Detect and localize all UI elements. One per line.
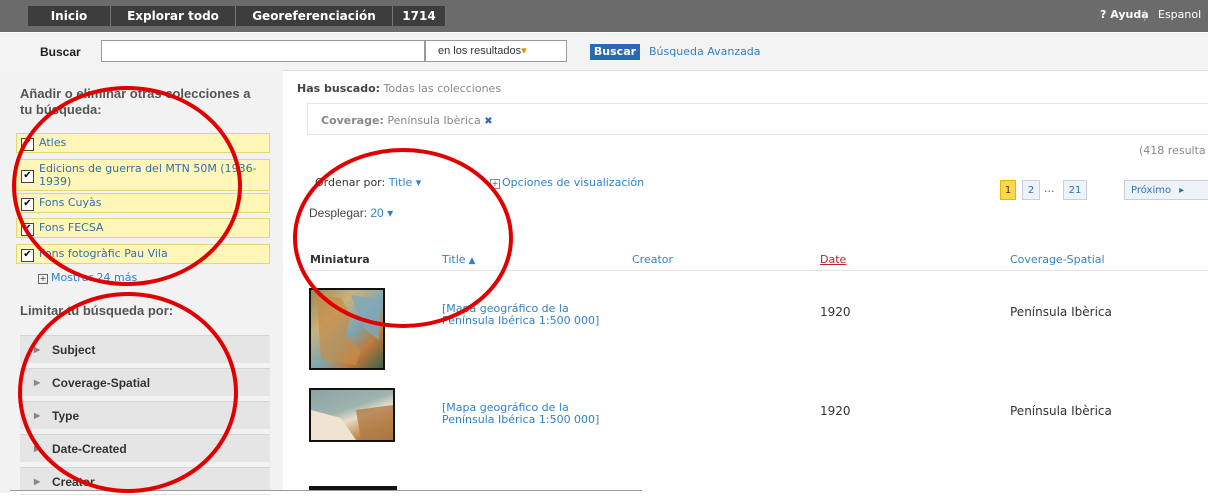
result-title-link[interactable]: [Mapa geográfico de la Península Ibérica… [442,402,607,426]
facet-label: Subject [52,343,96,357]
search-scope-value: en los resultados [438,45,522,57]
page-2-button[interactable]: 2 [1022,180,1040,200]
facet-type[interactable]: ▶ Type [20,401,270,429]
column-date[interactable]: Date [820,253,846,266]
next-page-button[interactable]: Próximo ▸ [1124,180,1208,200]
collections-heading: Añadir o eliminar otras colecciones a tu… [20,86,251,117]
triangle-right-icon: ▶ [34,378,41,387]
result-count: (418 resulta [1139,144,1206,157]
active-filter: Coverage: Península Ibèrica ✖ [321,114,493,127]
checkbox-checked-icon[interactable]: ✔ [21,198,34,211]
table-row: [Mapa geográfico de la Península Ibérica… [297,380,1208,460]
facet-label: Date-Created [52,442,127,456]
expand-icon: + [490,179,500,189]
remove-filter-icon[interactable]: ✖ [484,116,492,127]
display-value[interactable]: 20 [370,206,383,220]
result-date: 1920 [820,305,851,319]
collection-label: Edicions de guerra del MTN 50M (1936-193… [39,162,257,188]
collection-label: Fons Cuyàs [39,196,102,209]
checkbox-checked-icon[interactable]: ✔ [21,138,34,151]
map-thumbnail-graphic [311,405,393,440]
searched-label: Has buscado: [297,82,381,95]
tab-1714[interactable]: 1714 [393,6,446,26]
collection-label: Atles [39,136,67,149]
search-scope-select[interactable]: en los resultados▾ [425,40,567,62]
searched-summary: Has buscado: Todas las colecciones [297,82,501,95]
tab-inicio[interactable]: Inicio [28,6,111,26]
sort-ascending-icon: ▲ [465,256,476,266]
tab-georeferenciacion[interactable]: Georeferenciación [236,6,393,26]
facet-label: Type [52,409,80,423]
column-title[interactable]: Title ▲ [442,253,475,266]
chevron-down-icon: ▾ [383,206,394,220]
expand-icon: + [38,274,48,284]
triangle-right-icon: ▶ [34,345,41,354]
next-label: Próximo [1131,185,1172,196]
chevron-down-icon: ▾ [412,176,422,189]
sidebar: Añadir o eliminar otras colecciones a tu… [0,70,283,495]
display-control[interactable]: Desplegar: 20 ▾ [309,206,393,220]
sort-value[interactable]: Title [389,176,413,189]
overlay-edge [10,490,642,494]
collection-item-fons-cuyas[interactable]: ✔ Fons Cuyàs [16,193,270,213]
limit-heading: Limitar tu búsqueda por: [20,303,174,318]
result-coverage: Península Ibèrica [1010,305,1112,319]
filter-label: Coverage: [321,114,384,127]
page-21-button[interactable]: 21 [1063,180,1087,200]
collection-item-edicions-guerra[interactable]: ✔ Edicions de guerra del MTN 50M (1936-19… [16,159,270,191]
language-link[interactable]: Espanol [1158,8,1201,21]
tab-explorar-todo[interactable]: Explorar todo [111,6,236,26]
triangle-right-icon: ▶ [34,411,41,420]
chevron-right-icon: ▸ [1179,185,1185,196]
collection-item-atles[interactable]: ✔ Atles [16,133,270,153]
page-1-button[interactable]: 1 [1000,180,1016,200]
facet-subject[interactable]: ▶ Subject [20,335,270,363]
results-table-header: Miniatura Title ▲ Creator Date Coverage-… [297,248,1208,271]
help-link[interactable]: ? Ayuda [1100,8,1149,21]
facet-date-created[interactable]: ▶ Date-Created [20,434,270,462]
search-button[interactable]: Buscar [590,44,640,60]
result-date: 1920 [820,404,851,418]
chevron-down-icon: ▾ [521,45,527,57]
column-coverage-spatial[interactable]: Coverage-Spatial [1010,253,1105,266]
column-creator[interactable]: Creator [632,253,673,266]
facet-label: Creator [52,475,95,489]
collection-item-fons-pau-vila[interactable]: ✔ Fons fotogràfic Pau Vila [16,244,270,264]
active-filter-box: Coverage: Península Ibèrica ✖ [307,103,1208,135]
collection-label: Fons fotogràfic Pau Vila [39,247,168,260]
view-options-link[interactable]: + Opciones de visualización [490,176,644,189]
column-thumbnail: Miniatura [310,253,370,266]
column-title-label: Title [442,253,466,266]
checkbox-checked-icon[interactable]: ✔ [21,223,34,236]
pagination-ellipsis: ... [1044,182,1055,195]
collection-item-fons-fecsa[interactable]: ✔ Fons FECSA [16,218,270,238]
sort-control[interactable]: Ordenar por: Title ▾ [315,176,421,189]
map-thumbnail[interactable] [309,288,385,370]
sort-label: Ordenar por: [315,176,386,189]
facet-label: Coverage-Spatial [52,376,151,390]
top-nav-bar: Inicio Explorar todo Georeferenciación 1… [0,0,1208,32]
show-more-label: Mostrar 24 más [51,271,138,284]
table-row: [Mapa geográfico de la Península Ibérica… [297,280,1208,376]
result-title-link[interactable]: [Mapa geográfico de la Península Ibérica… [442,303,607,327]
map-thumbnail[interactable] [309,388,395,442]
display-label: Desplegar: [309,206,368,220]
triangle-right-icon: ▶ [34,444,41,453]
nav-separator: | [1143,8,1147,21]
view-options-label: Opciones de visualización [502,176,645,189]
checkbox-checked-icon[interactable]: ✔ [21,249,34,262]
facet-coverage-spatial[interactable]: ▶ Coverage-Spatial [20,368,270,396]
checkbox-checked-icon[interactable]: ✔ [21,170,34,183]
show-more-link[interactable]: + Mostrar 24 más [38,271,137,284]
collection-label: Fons FECSA [39,221,104,234]
result-coverage: Península Ibèrica [1010,404,1112,418]
search-bar: Buscar en los resultados▾ Buscar Búsqued… [0,33,1208,71]
map-thumbnail-graphic [316,295,381,365]
advanced-search-link[interactable]: Búsqueda Avanzada [649,45,761,58]
filter-value: Península Ibèrica [387,114,481,127]
searched-value: Todas las colecciones [383,82,502,95]
search-input[interactable] [101,40,425,62]
search-label: Buscar [40,45,81,59]
